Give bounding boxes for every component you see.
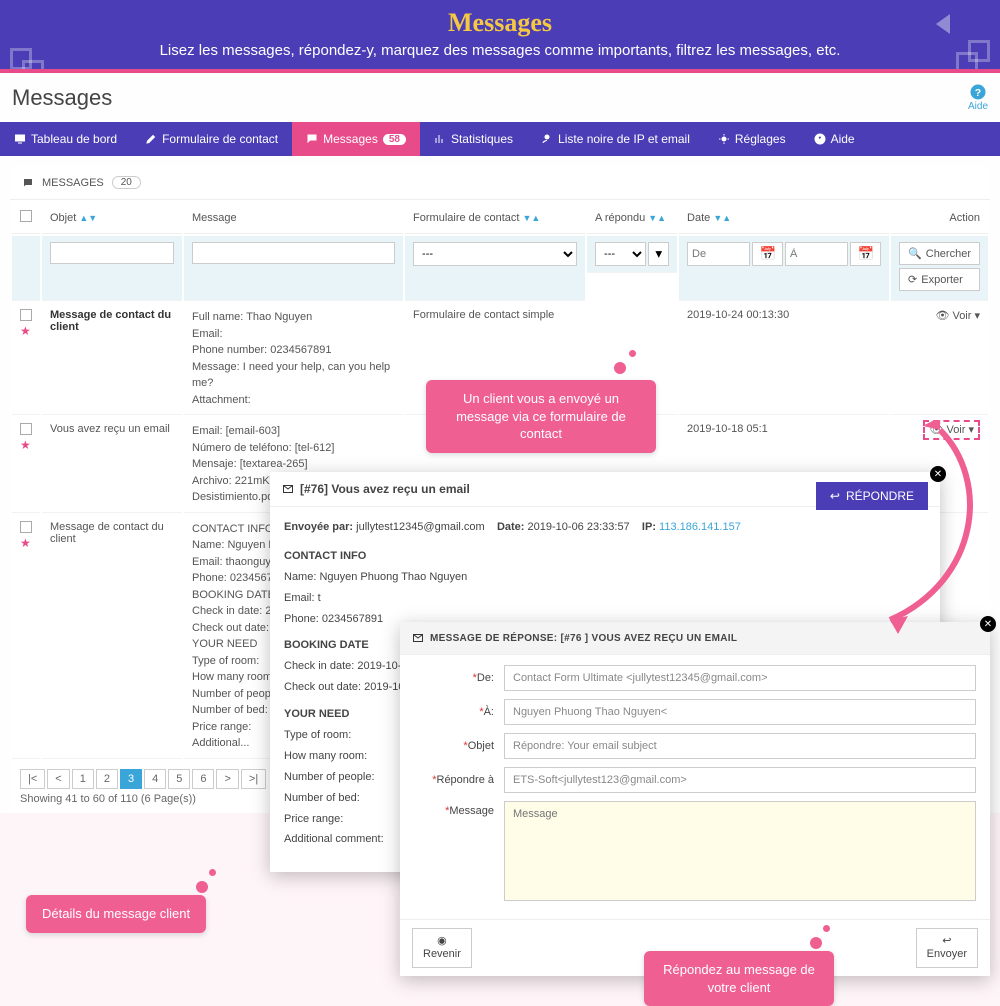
banner-subtitle: Lisez les messages, répondez-y, marquez … — [10, 42, 990, 59]
page-button[interactable]: |< — [20, 769, 45, 789]
page-title: Messages — [12, 85, 112, 111]
reply-message-textarea[interactable] — [504, 801, 976, 901]
filter-replied-btn[interactable]: ▾ — [648, 242, 669, 266]
mail-icon — [412, 632, 424, 644]
reply-modal: ✕ MESSAGE DE RÉPONSE: [#76 ] VOUS AVEZ R… — [400, 622, 990, 976]
tab-liste-noire-de-ip-et-email[interactable]: Liste noire de IP et email — [527, 122, 704, 156]
main-tabs: Tableau de bordFormulaire de contactMess… — [0, 122, 1000, 156]
row-checkbox[interactable] — [20, 309, 32, 321]
banner: Messages Lisez les messages, répondez-y,… — [0, 0, 1000, 69]
reply-subject-input[interactable] — [504, 733, 976, 759]
filter-row: --- ---▾ 📅 📅 🔍 Chercher ⟳ Exporter — [12, 236, 988, 301]
select-all-checkbox[interactable] — [20, 210, 32, 222]
close-icon[interactable]: ✕ — [930, 466, 946, 482]
back-button[interactable]: ◉Revenir — [412, 928, 472, 968]
page-button[interactable]: 3 — [120, 769, 142, 789]
svg-text:?: ? — [975, 87, 981, 99]
page-button[interactable]: > — [216, 769, 238, 789]
view-button[interactable]: 👁 Voir ▾ — [935, 310, 980, 322]
filter-date-to[interactable] — [785, 242, 848, 266]
export-button[interactable]: ⟳ Exporter — [899, 268, 980, 291]
star-icon[interactable]: ★ — [20, 438, 31, 452]
tab-messages[interactable]: Messages58 — [292, 122, 420, 156]
tab-statistiques[interactable]: Statistiques — [420, 122, 527, 156]
tab-réglages[interactable]: Réglages — [704, 122, 800, 156]
page-button[interactable]: 6 — [192, 769, 214, 789]
mail-icon — [282, 483, 294, 495]
banner-title: Messages — [10, 8, 990, 38]
search-button[interactable]: 🔍 Chercher — [899, 242, 980, 265]
callout-reply: Répondez au message de votre client — [644, 951, 834, 1006]
tab-formulaire-de-contact[interactable]: Formulaire de contact — [131, 122, 292, 156]
row-checkbox[interactable] — [20, 521, 32, 533]
close-icon[interactable]: ✕ — [980, 616, 996, 632]
filter-form[interactable]: --- — [413, 242, 577, 266]
tab-tableau-de-bord[interactable]: Tableau de bord — [0, 122, 131, 156]
filter-objet[interactable] — [50, 242, 174, 264]
table-header-row: Objet ▲▼ Message Formulaire de contact ▼… — [12, 202, 988, 234]
send-button[interactable]: ↩Envoyer — [916, 928, 978, 968]
help-button[interactable]: ? Aide — [968, 83, 988, 112]
page-button[interactable]: < — [47, 769, 69, 789]
filter-date-from[interactable] — [687, 242, 750, 266]
filter-replied[interactable]: --- — [595, 242, 646, 266]
calendar-from-icon[interactable]: 📅 — [752, 242, 783, 266]
callout-details: Détails du message client — [26, 895, 206, 933]
panel-header: MESSAGES 20 — [10, 166, 990, 200]
calendar-to-icon[interactable]: 📅 — [850, 242, 881, 266]
reply-to-input[interactable] — [504, 699, 976, 725]
star-icon[interactable]: ★ — [20, 536, 31, 550]
page-button[interactable]: >| — [241, 769, 266, 789]
page-button[interactable]: 1 — [72, 769, 94, 789]
reply-replyto-input[interactable] — [504, 767, 976, 793]
reply-button[interactable]: ↩ RÉPONDRE — [816, 482, 928, 510]
callout-form: Un client vous a envoyé un message via c… — [426, 380, 656, 453]
row-checkbox[interactable] — [20, 423, 32, 435]
page-button[interactable]: 2 — [96, 769, 118, 789]
filter-message[interactable] — [192, 242, 395, 264]
star-icon[interactable]: ★ — [20, 324, 31, 338]
reply-from-input[interactable] — [504, 665, 976, 691]
page-button[interactable]: 5 — [168, 769, 190, 789]
view-button[interactable]: 👁 Voir ▾ — [923, 420, 980, 440]
tab-aide[interactable]: Aide — [800, 122, 869, 156]
comment-icon — [22, 177, 34, 189]
page-button[interactable]: 4 — [144, 769, 166, 789]
